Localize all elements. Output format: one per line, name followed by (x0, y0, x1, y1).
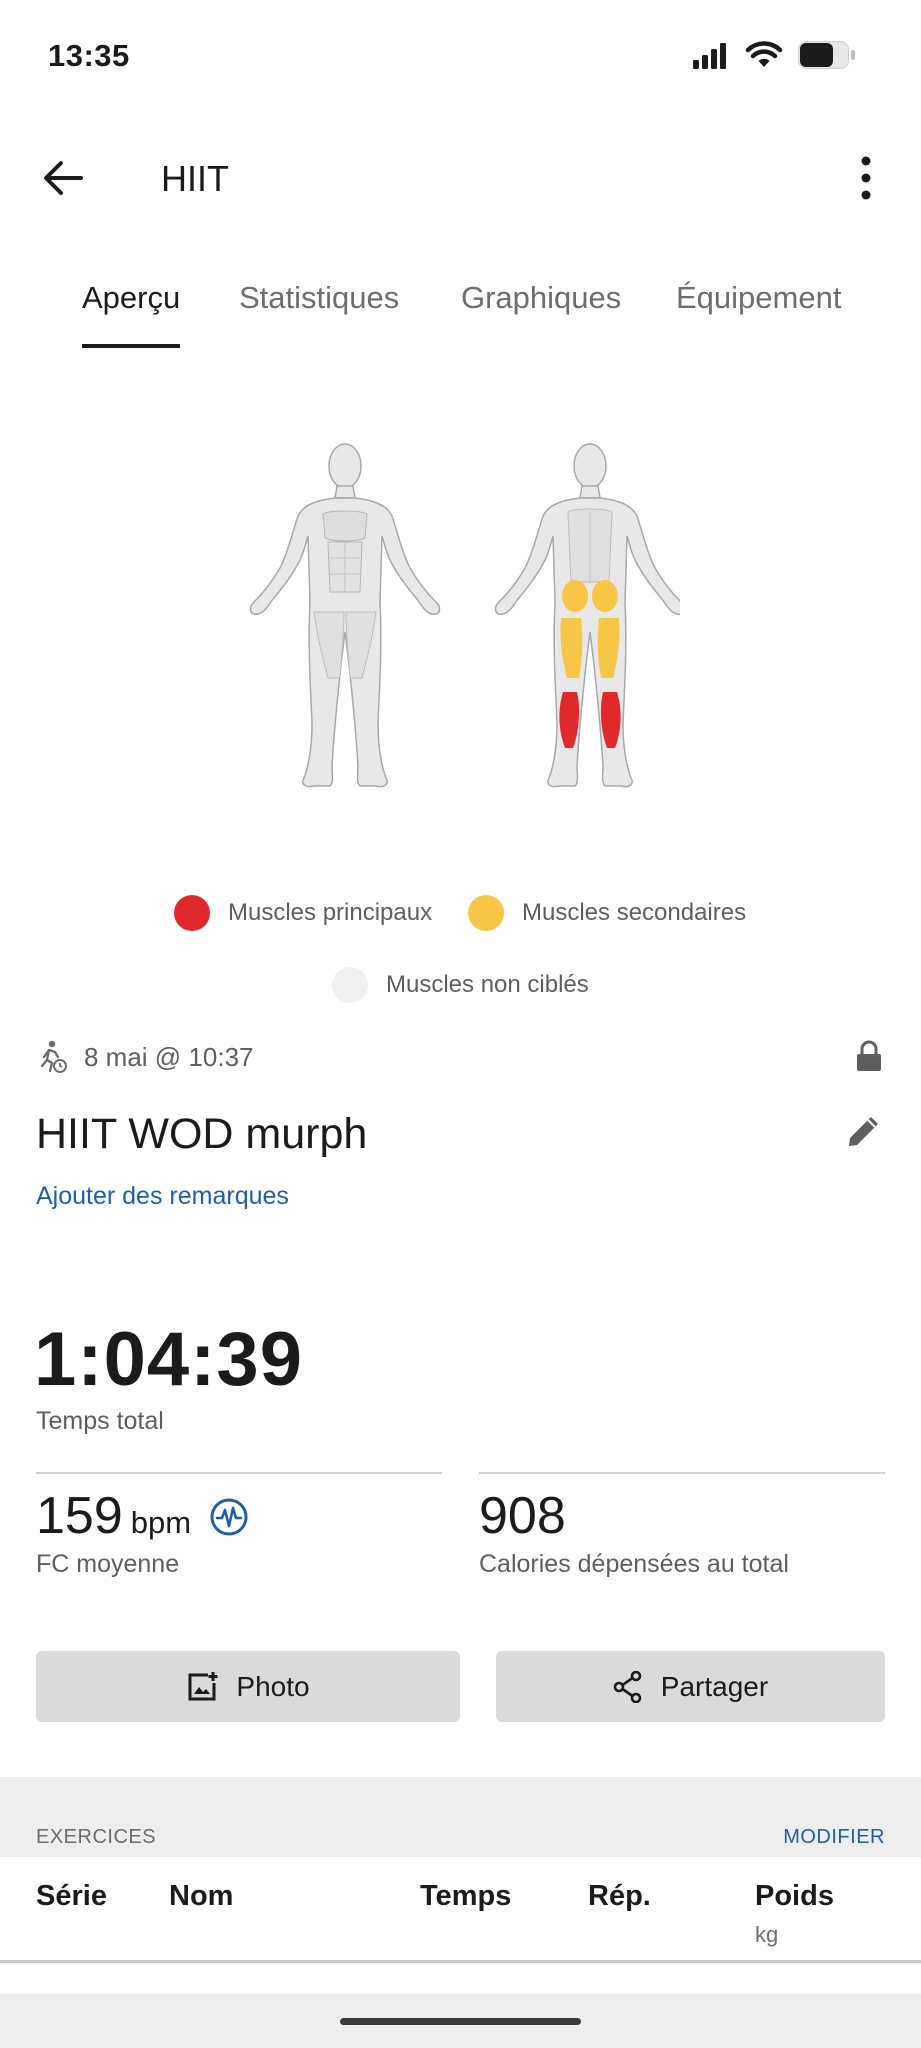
workout-name: HIIT WOD murph (36, 1110, 368, 1158)
avg-hr-label: FC moyenne (36, 1550, 180, 1578)
add-notes-link[interactable]: Ajouter des remarques (36, 1182, 289, 1211)
cellular-signal-icon (693, 43, 726, 69)
legend-untargeted: Muscles non ciblés (332, 967, 589, 1003)
secondary-muscle-swatch (468, 895, 504, 931)
wifi-icon (745, 41, 783, 67)
tab-bar: Aperçu Statistiques Graphiques Équipemen… (0, 268, 921, 348)
page-title: HIIT (161, 158, 229, 199)
column-header-set: Série (36, 1880, 107, 1912)
column-header-name: Nom (169, 1880, 234, 1912)
share-label: Partager (660, 1670, 769, 1702)
tab-statistics[interactable]: Statistiques (239, 280, 399, 316)
stat-divider-right (479, 1472, 885, 1474)
table-header-divider (0, 1960, 921, 1963)
more-options-button[interactable] (851, 152, 881, 204)
column-header-reps: Rép. (588, 1880, 651, 1912)
back-body-figure (494, 443, 686, 788)
activity-date: 8 mai @ 10:37 (84, 1041, 254, 1072)
active-tab-indicator (82, 344, 180, 348)
calories-value: 908 (479, 1487, 566, 1545)
exercises-title: EXERCICES (36, 1826, 157, 1848)
avg-hr-unit: bpm (130, 1505, 192, 1540)
stat-divider-left (36, 1472, 442, 1474)
column-header-weight: Poids (755, 1880, 834, 1912)
column-header-weight-unit: kg (755, 1922, 779, 1947)
home-indicator[interactable] (340, 2018, 581, 2025)
share-icon (613, 1670, 642, 1703)
column-header-time: Temps (420, 1880, 512, 1912)
muscle-map (240, 436, 686, 792)
add-photo-button[interactable]: Photo (36, 1651, 460, 1722)
lock-icon (857, 1040, 881, 1071)
legend-primary: Muscles principaux (174, 895, 432, 931)
glute-left-secondary (562, 580, 588, 612)
edit-exercises-button[interactable]: MODIFIER (783, 1826, 885, 1849)
total-time-value: 1:04:39 (34, 1317, 303, 1402)
tab-overview[interactable]: Aperçu (82, 280, 180, 316)
privacy-lock-button[interactable] (855, 1040, 883, 1077)
edit-name-button[interactable] (845, 1112, 883, 1155)
more-vertical-icon (861, 156, 871, 200)
pencil-icon (849, 1117, 878, 1146)
add-photo-label: Photo (236, 1670, 310, 1702)
avg-hr-value: 159 (36, 1487, 123, 1545)
primary-muscle-swatch (174, 895, 210, 931)
legend-primary-label: Muscles principaux (228, 899, 433, 926)
activity-date-row: 8 mai @ 10:37 (38, 1040, 253, 1074)
arrow-left-icon (44, 161, 83, 195)
status-icons (691, 40, 857, 70)
share-button[interactable]: Partager (496, 1651, 885, 1722)
hr-chart-button[interactable] (209, 1497, 249, 1542)
back-button[interactable] (36, 152, 88, 204)
status-time: 13:35 (48, 38, 130, 73)
calories-label: Calories dépensées au total (479, 1550, 789, 1578)
total-time-label: Temps total (36, 1407, 164, 1435)
legend-secondary: Muscles secondaires (468, 895, 746, 931)
activity-type-icon (40, 1040, 67, 1073)
tab-equipment[interactable]: Équipement (676, 280, 841, 316)
glute-right-secondary (592, 580, 618, 612)
tab-charts[interactable]: Graphiques (461, 280, 621, 316)
front-body-figure (249, 443, 441, 788)
heart-rate-icon (210, 1498, 248, 1536)
legend-untargeted-label: Muscles non ciblés (386, 971, 589, 998)
battery-icon (798, 41, 855, 69)
untargeted-muscle-swatch (332, 967, 368, 1003)
legend-secondary-label: Muscles secondaires (522, 899, 747, 926)
avg-hr-row: 159 bpm (36, 1486, 191, 1546)
add-photo-icon (188, 1671, 218, 1700)
